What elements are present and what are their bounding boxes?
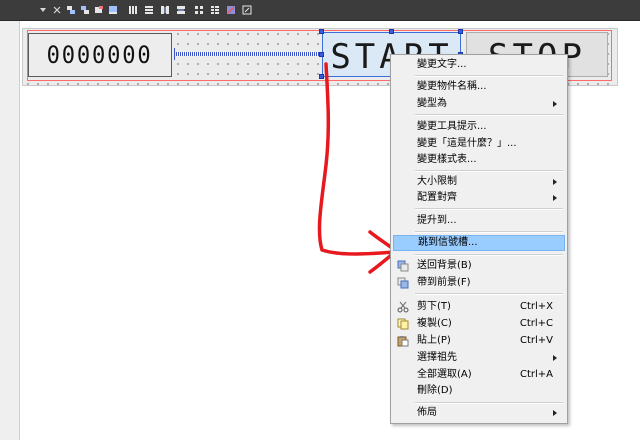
- copy-icon: [397, 318, 409, 330]
- submenu-arrow-icon: [553, 195, 557, 201]
- menu-separator: [415, 170, 563, 172]
- layout-vertical-icon[interactable]: [144, 5, 154, 15]
- menu-item-change-object-name[interactable]: 變更物件名稱...: [393, 79, 565, 95]
- close-icon[interactable]: [52, 5, 62, 15]
- split-vertical-icon[interactable]: [176, 5, 186, 15]
- menu-separator: [415, 293, 563, 295]
- menu-item-promote-to[interactable]: 提升到...: [393, 213, 565, 229]
- adjust-size-icon[interactable]: [242, 5, 252, 15]
- selection-handle[interactable]: [319, 52, 324, 57]
- submenu-arrow-icon: [553, 179, 557, 185]
- layout-horizontal-icon[interactable]: [128, 5, 138, 15]
- grid-layout-icon[interactable]: [194, 5, 204, 15]
- selection-handle[interactable]: [319, 29, 324, 34]
- align-top-icon[interactable]: [80, 5, 90, 15]
- menu-item-copy[interactable]: 複製(C) Ctrl+C: [393, 316, 565, 332]
- horizontal-slider[interactable]: [174, 48, 320, 60]
- menu-separator: [415, 208, 563, 210]
- send-to-back-icon: [397, 260, 409, 272]
- menu-item-delete[interactable]: 刪除(D): [393, 383, 565, 399]
- break-layout-icon[interactable]: [226, 5, 236, 15]
- align-left-icon[interactable]: [66, 5, 76, 15]
- menu-separator: [415, 75, 563, 77]
- menu-item-go-to-slot[interactable]: 跳到信號槽...: [393, 235, 565, 251]
- submenu-arrow-icon: [553, 101, 557, 107]
- menu-item-change-stylesheet[interactable]: 變更樣式表...: [393, 152, 565, 168]
- menu-item-layout[interactable]: 佈局: [393, 405, 565, 421]
- selection-handle[interactable]: [389, 29, 394, 34]
- menu-item-select-ancestor[interactable]: 選擇祖先: [393, 350, 565, 366]
- paste-icon: [397, 335, 409, 347]
- align-bottom-icon[interactable]: [108, 5, 118, 15]
- menu-separator: [415, 114, 563, 116]
- lcd-number-widget[interactable]: 0000000: [28, 33, 172, 77]
- menu-separator: [415, 402, 563, 404]
- lcd-value: 0000000: [47, 41, 153, 69]
- menu-item-change-text[interactable]: 變更文字...: [393, 57, 565, 73]
- bring-to-front-icon: [397, 277, 409, 289]
- left-gutter: [0, 21, 20, 440]
- submenu-arrow-icon: [553, 355, 557, 361]
- menu-item-layout-alignment[interactable]: 配置對齊: [393, 190, 565, 206]
- menu-item-paste[interactable]: 貼上(P) Ctrl+V: [393, 333, 565, 349]
- menu-item-send-to-back[interactable]: 送回背景(B): [393, 258, 565, 274]
- context-menu: 變更文字... 變更物件名稱... 變型為 變更工具提示... 變更「這是什麼？…: [390, 54, 568, 424]
- menu-item-size-constraints[interactable]: 大小限制: [393, 174, 565, 190]
- menu-item-bring-to-front[interactable]: 帶到前景(F): [393, 275, 565, 291]
- menu-item-select-all[interactable]: 全部選取(A) Ctrl+A: [393, 367, 565, 383]
- menu-item-change-tooltip[interactable]: 變更工具提示...: [393, 119, 565, 135]
- menu-item-cut[interactable]: 剪下(T) Ctrl+X: [393, 299, 565, 315]
- align-right-icon[interactable]: [94, 5, 104, 15]
- scissors-icon: [397, 301, 409, 313]
- form-layout-icon[interactable]: [210, 5, 220, 15]
- submenu-arrow-icon: [553, 410, 557, 416]
- split-horizontal-icon[interactable]: [160, 5, 170, 15]
- menu-separator: [415, 254, 563, 256]
- menu-item-change-whats-this[interactable]: 變更「這是什麼？」...: [393, 136, 565, 152]
- menu-separator: [415, 231, 563, 233]
- menu-item-morph-into[interactable]: 變型為: [393, 96, 565, 112]
- dropdown-arrow-icon[interactable]: [38, 5, 48, 15]
- designer-toolbar: [0, 0, 640, 21]
- selection-handle[interactable]: [458, 29, 463, 34]
